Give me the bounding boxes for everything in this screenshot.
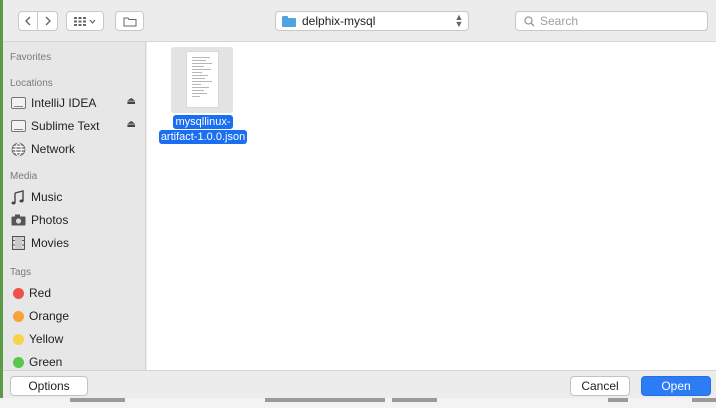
new-folder-inner: [116, 12, 143, 30]
file-browser: mysqllinux- artifact-1.0.0.json: [147, 42, 716, 370]
sidebar-item-movies[interactable]: Movies: [10, 233, 142, 253]
music-note-icon: [10, 189, 26, 205]
back-button[interactable]: [19, 12, 39, 30]
eject-icon[interactable]: ⏏: [127, 119, 136, 130]
sidebar: Favorites Locations IntelliJ IDEA ⏏ Subl…: [3, 42, 146, 370]
sidebar-item-label: Photos: [31, 213, 69, 227]
green-tag-dot-icon: [13, 356, 24, 368]
chevron-left-icon: [25, 16, 31, 26]
forward-button[interactable]: [38, 12, 57, 30]
sidebar-item-tag-orange[interactable]: Orange: [10, 306, 142, 326]
sidebar-item-photos[interactable]: Photos: [10, 210, 142, 230]
sidebar-item-network[interactable]: Network: [10, 139, 142, 159]
sidebar-item-label: Network: [31, 142, 76, 156]
network-globe-icon: [10, 141, 26, 157]
camera-icon: [10, 212, 26, 228]
sidebar-item-music[interactable]: Music: [10, 187, 142, 207]
sidebar-heading-tags: Tags: [10, 267, 32, 278]
cancel-button[interactable]: Cancel: [570, 376, 630, 396]
new-folder-icon: [123, 17, 136, 26]
sidebar-heading-favorites: Favorites: [10, 52, 52, 63]
orange-tag-dot-icon: [13, 310, 24, 322]
options-button[interactable]: Options: [10, 376, 88, 396]
open-button[interactable]: Open: [641, 376, 711, 396]
open-file-dialog: delphix-mysql ▲ ▼ Search Favorites Locati…: [3, 0, 716, 398]
sidebar-item-label: Red: [29, 286, 52, 300]
new-folder-button[interactable]: [115, 11, 144, 31]
chevron-right-icon: [45, 16, 51, 26]
background-window-strip: [0, 398, 716, 408]
disk-icon: [10, 95, 26, 111]
sidebar-item-label: Green: [29, 355, 63, 369]
search-placeholder: Search: [540, 14, 579, 28]
sidebar-item-tag-yellow[interactable]: Yellow: [10, 329, 142, 349]
sidebar-item-tag-red[interactable]: Red: [10, 283, 142, 303]
bottom-bar: Options Cancel Open: [3, 370, 716, 398]
sidebar-item-label: Sublime Text: [31, 119, 100, 133]
toolbar: delphix-mysql ▲ ▼ Search: [3, 0, 716, 42]
json-file-icon: [171, 47, 233, 113]
eject-icon[interactable]: ⏏: [127, 96, 136, 107]
icon-grid-icon: [74, 16, 86, 26]
sidebar-item-label: IntelliJ IDEA: [31, 96, 97, 110]
disk-icon: [10, 118, 26, 134]
navigation-buttons: [18, 11, 58, 31]
sidebar-item-intellij-idea[interactable]: IntelliJ IDEA ⏏: [10, 93, 142, 113]
sidebar-item-label: Movies: [31, 236, 70, 250]
view-mode-inner: [67, 12, 103, 30]
sidebar-item-sublime-text[interactable]: Sublime Text ⏏: [10, 116, 142, 136]
sidebar-item-tag-green[interactable]: Green: [10, 352, 142, 370]
film-icon: [10, 235, 26, 251]
file-name-label: mysqllinux- artifact-1.0.0.json: [155, 114, 251, 144]
updown-arrows-icon: ▲ ▼: [454, 12, 464, 29]
search-field[interactable]: Search: [515, 11, 708, 31]
sidebar-item-label: Orange: [29, 309, 70, 323]
file-name-line-2: artifact-1.0.0.json: [158, 130, 248, 144]
yellow-tag-dot-icon: [13, 333, 24, 345]
location-popup[interactable]: delphix-mysql ▲ ▼: [275, 11, 469, 31]
location-label: delphix-mysql: [302, 14, 376, 28]
sidebar-heading-locations: Locations: [10, 78, 53, 89]
sidebar-heading-media: Media: [10, 171, 38, 182]
folder-icon: [282, 15, 296, 27]
view-mode-button[interactable]: [66, 11, 104, 31]
chevron-down-icon: [89, 19, 96, 24]
sidebar-item-label: Yellow: [29, 332, 64, 346]
sidebar-item-label: Music: [31, 190, 63, 204]
search-icon: [524, 15, 535, 26]
file-name-line-1: mysqllinux-: [173, 115, 233, 129]
red-tag-dot-icon: [13, 287, 24, 299]
